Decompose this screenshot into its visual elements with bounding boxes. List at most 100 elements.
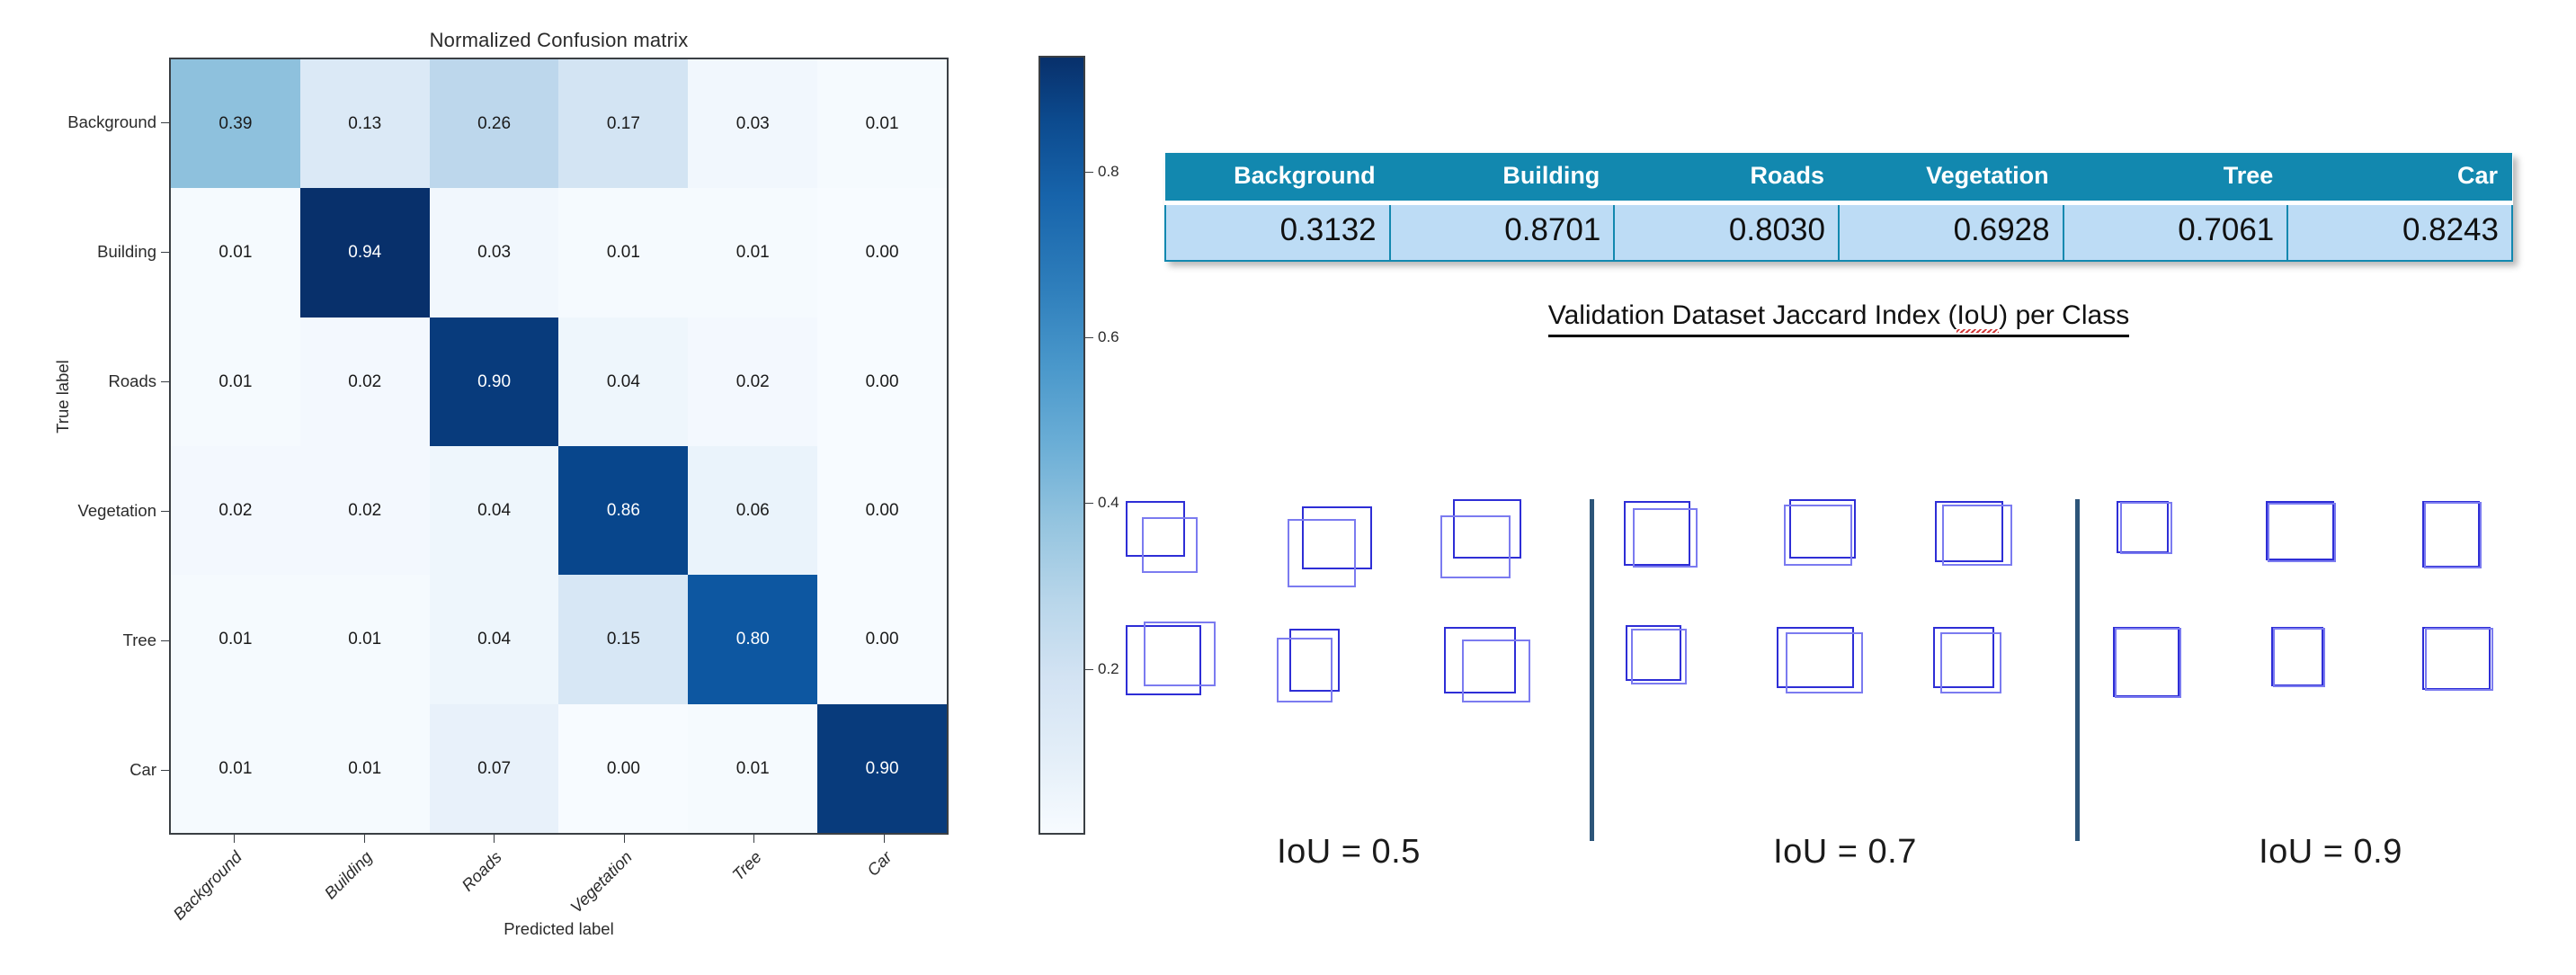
confusion-matrix-cell-value: 0.03: [477, 243, 512, 263]
confusion-matrix-cell-value: 0.94: [348, 243, 382, 263]
confusion-matrix-cell: 0.13: [299, 59, 430, 189]
iou-box-pair: [1618, 625, 1767, 742]
predicted-box: [1633, 508, 1698, 568]
iou-caption-text: Validation Dataset Jaccard Index (IoU) p…: [1547, 300, 2130, 337]
iou-group-divider: [1590, 499, 1594, 841]
iou-box-pair: [1928, 625, 2076, 742]
confusion-matrix-cell-value: 0.80: [735, 630, 770, 649]
iou-table-value-row: 0.3132 0.8701 0.8030 0.6928 0.7061 0.8243: [1164, 201, 2513, 262]
iou-box-pair: [2413, 625, 2562, 742]
confusion-matrix-cell-value: 0.01: [735, 243, 770, 263]
iou-box-pair: [1773, 499, 1921, 616]
confusion-matrix-cell-value: 0.00: [865, 243, 899, 263]
predicted-box: [1940, 632, 2001, 693]
confusion-matrix-cell-value: 0.13: [348, 114, 382, 134]
confusion-matrix-cell: 0.02: [688, 317, 818, 446]
iou-table-header-cell: Tree: [2063, 153, 2288, 203]
predicted-box: [1784, 505, 1852, 566]
confusion-matrix-cell: 0.02: [171, 445, 300, 576]
confusion-matrix-cell: 0.01: [171, 317, 300, 446]
confusion-matrix-cell: 0.00: [817, 575, 947, 704]
confusion-matrix-cell-value: 0.01: [218, 630, 253, 649]
predicted-box: [1277, 638, 1333, 702]
iou-group-divider: [2075, 499, 2080, 841]
confusion-matrix-cell: 0.01: [558, 188, 689, 318]
x-tick-mark: [623, 835, 625, 843]
iou-box-pair: [1928, 499, 2076, 616]
y-tick-mark: [161, 640, 169, 641]
confusion-matrix-cell-value: 0.07: [477, 758, 512, 778]
confusion-matrix-cell: 0.01: [299, 703, 430, 833]
iou-box-pair: [2104, 499, 2252, 616]
iou-table-value-cell: 0.8030: [1613, 201, 1840, 262]
predicted-box: [2425, 628, 2493, 691]
confusion-matrix-y-tick-label: Car: [129, 760, 156, 779]
iou-box-pair: [1122, 622, 1270, 742]
confusion-matrix-cell: 0.90: [817, 703, 947, 833]
iou-caption-prefix: Validation Dataset Jaccard Index (: [1547, 300, 1957, 330]
confusion-matrix-cell: 0.04: [429, 445, 559, 576]
confusion-matrix-cell: 0.80: [688, 575, 818, 704]
confusion-matrix-x-axis-title: Predicted label: [504, 919, 614, 938]
predicted-box: [2424, 502, 2482, 568]
predicted-box: [1631, 629, 1687, 684]
confusion-matrix-cell-value: 0.90: [477, 371, 512, 391]
iou-box-pair: [1122, 499, 1270, 616]
iou-table-header-row: Background Building Roads Vegetation Tree Car: [1165, 153, 2512, 203]
confusion-matrix-cell: 0.90: [429, 317, 559, 446]
iou-example-group: IoU = 0.7: [1611, 499, 2079, 877]
confusion-matrix-cell: 0.02: [299, 445, 430, 576]
iou-table-caption: Validation Dataset Jaccard Index (IoU) p…: [1164, 300, 2513, 337]
confusion-matrix-cell-value: 0.02: [735, 371, 770, 391]
iou-box-pair: [1773, 625, 1921, 742]
iou-threshold-label: IoU = 0.5: [1277, 833, 1421, 871]
iou-table-header-cell: Vegetation: [1838, 153, 2063, 203]
confusion-matrix-y-tick-label: Roads: [108, 371, 156, 390]
confusion-matrix-cell: 0.15: [558, 575, 689, 704]
confusion-matrix-cell-value: 0.01: [348, 758, 382, 778]
colorbar-tick-mark: [1085, 503, 1093, 505]
confusion-matrix-cell-value: 0.00: [865, 501, 899, 521]
colorbar-gradient: [1038, 56, 1085, 835]
y-tick-mark: [161, 381, 169, 382]
y-tick-mark: [161, 770, 169, 771]
iou-box-row: [2097, 625, 2564, 742]
predicted-box: [1288, 519, 1356, 587]
iou-example-group: IoU = 0.5: [1115, 499, 1582, 877]
confusion-matrix-cell: 0.17: [558, 59, 689, 189]
y-tick-mark: [161, 511, 169, 512]
confusion-matrix-cell: 0.02: [299, 317, 430, 446]
confusion-matrix-cell-value: 0.01: [348, 630, 382, 649]
confusion-matrix-cell-value: 0.39: [218, 114, 253, 134]
confusion-matrix-cell-value: 0.03: [735, 114, 770, 134]
iou-table-value-cell: 0.8701: [1388, 201, 1616, 262]
confusion-matrix-cell-value: 0.00: [606, 758, 640, 778]
confusion-matrix-cell-value: 0.02: [348, 371, 382, 391]
confusion-matrix-cell: 0.00: [817, 317, 947, 446]
confusion-matrix-x-tick-label: Car: [862, 847, 896, 880]
confusion-matrix-cell: 0.39: [171, 59, 300, 189]
confusion-matrix-cell-value: 0.86: [606, 501, 640, 521]
confusion-matrix-cell-value: 0.06: [735, 501, 770, 521]
predicted-box: [1144, 622, 1216, 686]
confusion-matrix-cell: 0.00: [817, 445, 947, 576]
confusion-matrix-y-tick-label: Background: [67, 112, 156, 131]
x-tick-mark: [753, 835, 755, 843]
predicted-box: [1942, 505, 2012, 566]
predicted-box: [2120, 502, 2172, 554]
iou-box-row: [1115, 499, 1582, 616]
iou-box-pair: [1277, 625, 1425, 742]
iou-table-header-cell: Car: [2287, 153, 2512, 203]
predicted-box: [1440, 515, 1511, 578]
predicted-box: [1142, 517, 1198, 573]
iou-threshold-label: IoU = 0.9: [2259, 833, 2402, 871]
colorbar-tick-label: 0.8: [1098, 162, 1119, 180]
confusion-matrix-cell: 0.00: [558, 703, 689, 833]
confusion-matrix-cell: 0.26: [429, 59, 559, 189]
iou-box-pair: [2104, 625, 2252, 742]
iou-table-header-cell: Building: [1389, 153, 1615, 203]
iou-box-pair: [2259, 499, 2407, 616]
confusion-matrix-y-axis-title: True label: [53, 360, 72, 434]
confusion-matrix-cell-value: 0.01: [218, 243, 253, 263]
iou-box-row: [1611, 625, 2079, 742]
